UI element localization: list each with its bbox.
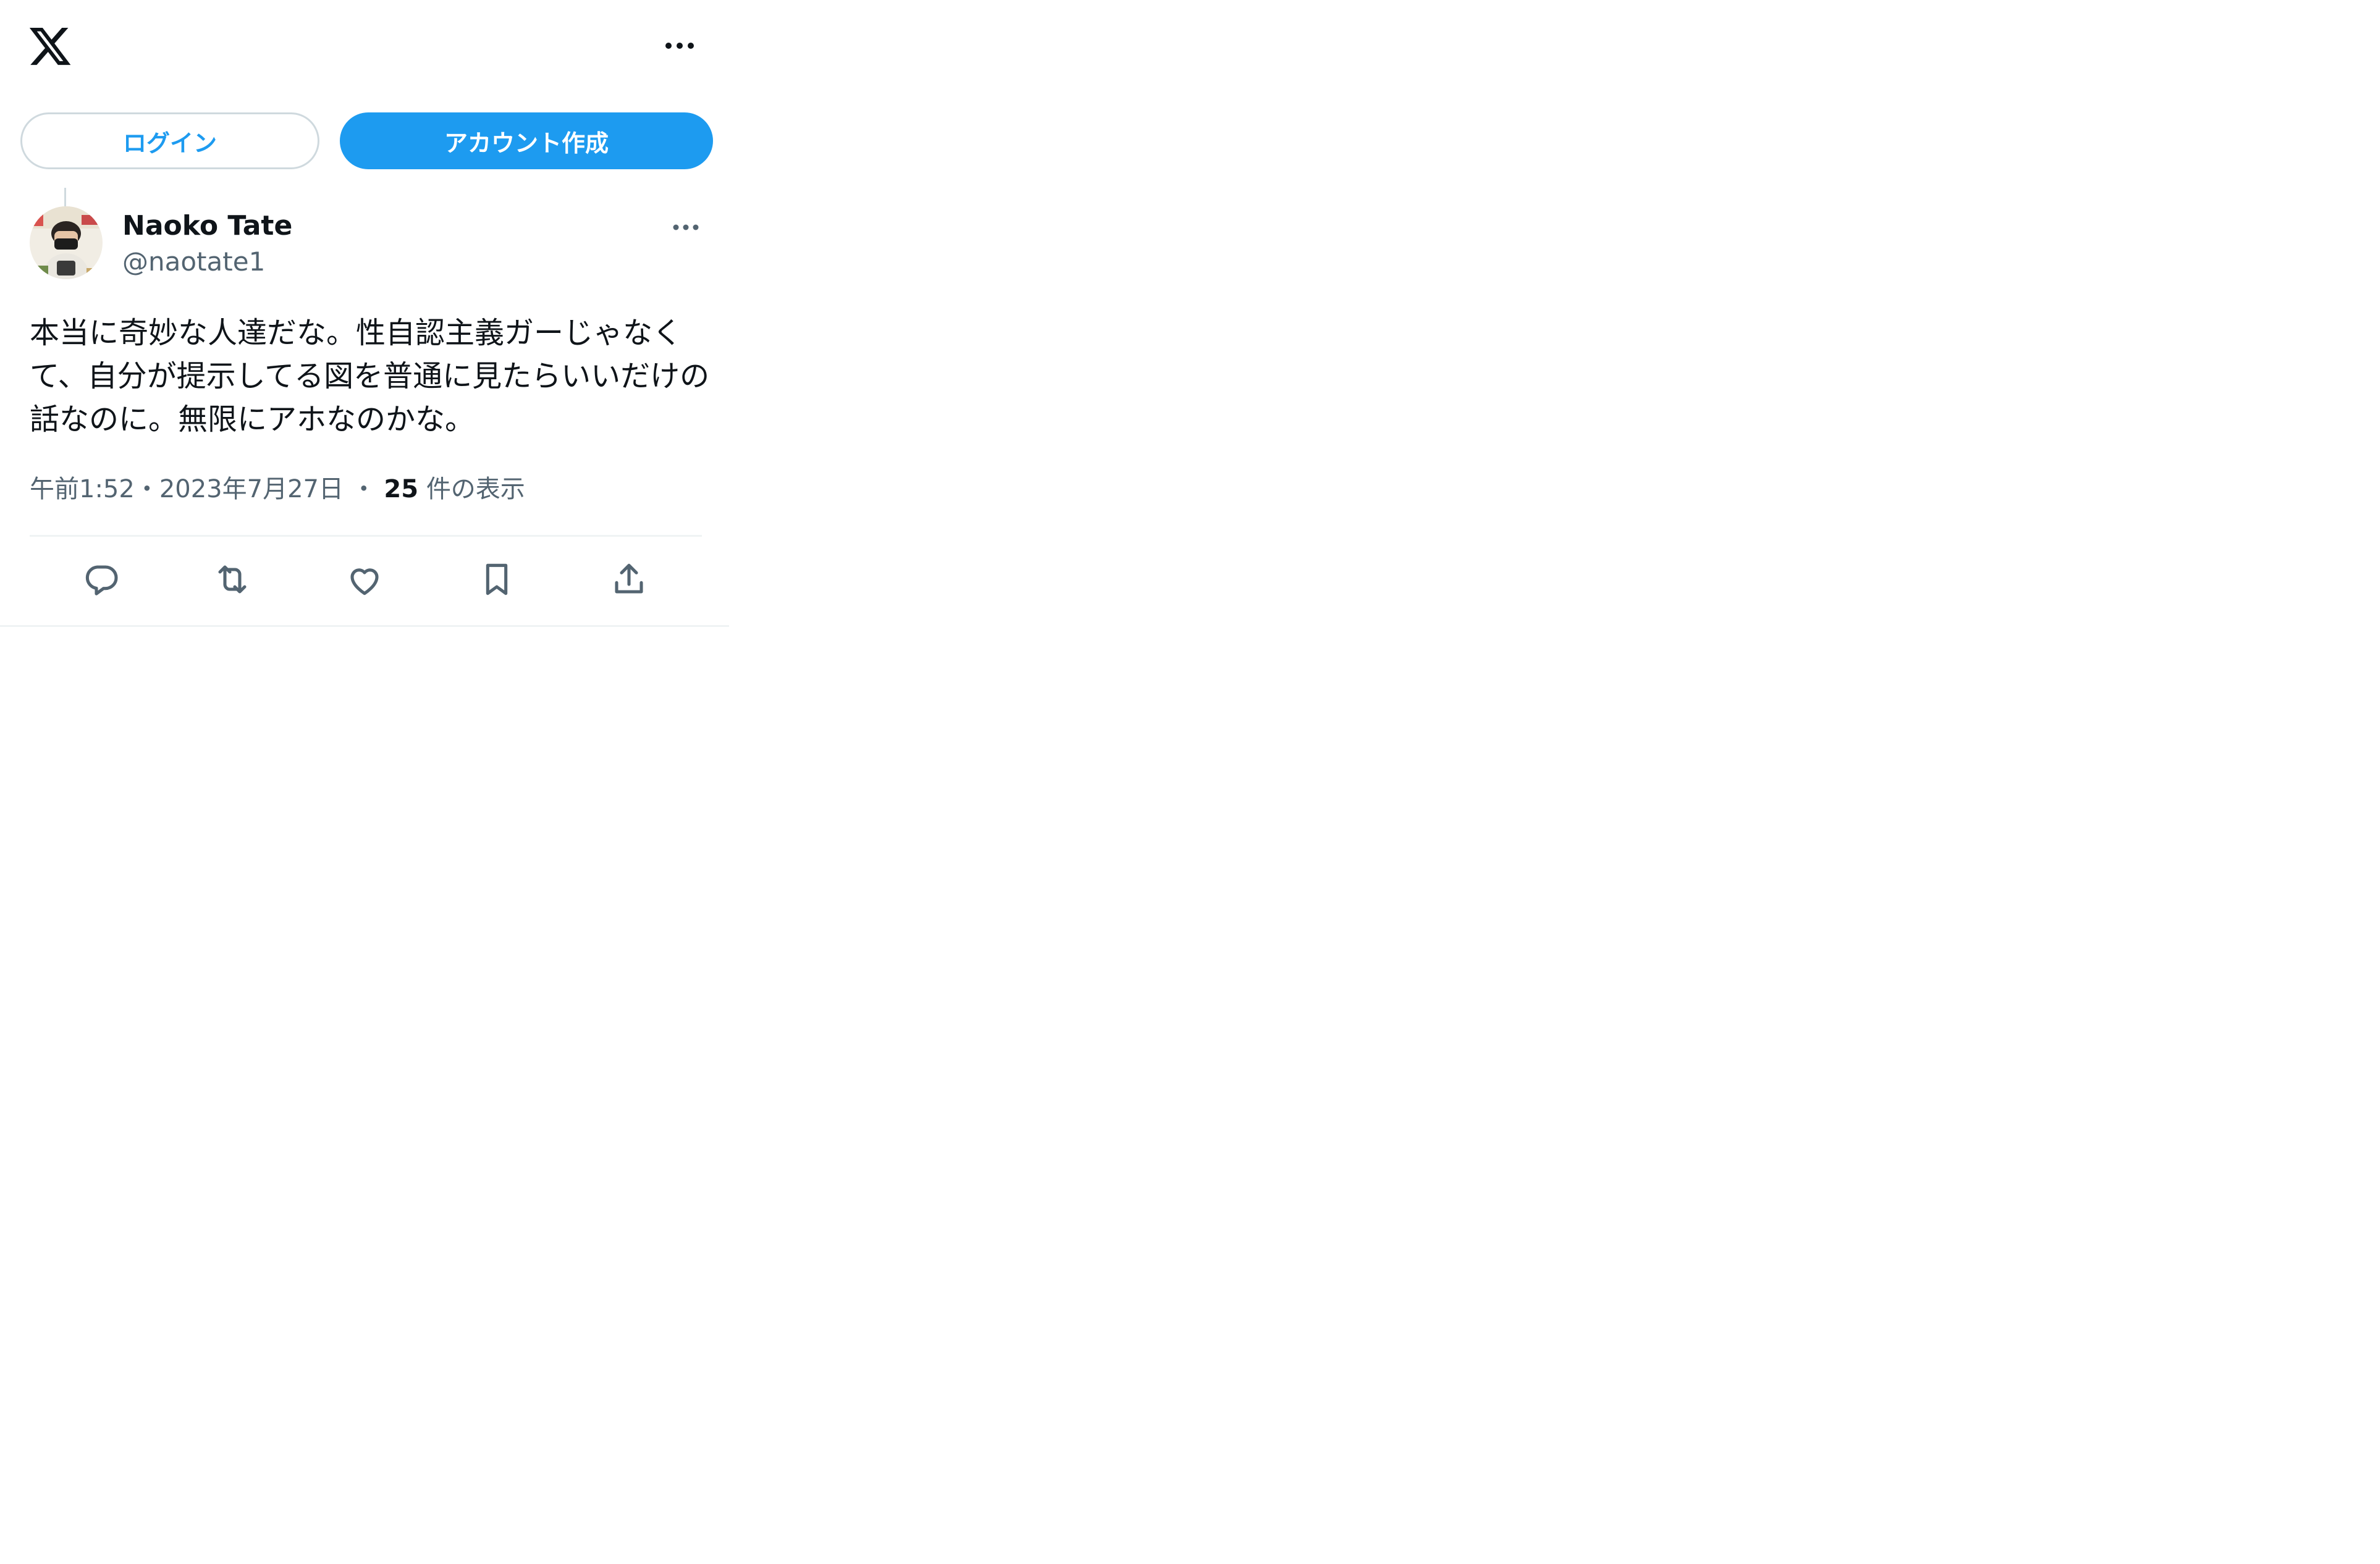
divider (30, 535, 702, 537)
retweet-icon[interactable] (210, 557, 255, 602)
more-horizontal-icon[interactable] (655, 32, 704, 59)
views-spacer (418, 475, 426, 503)
avatar[interactable] (30, 206, 103, 279)
tweet-text: 本当に奇妙な人達だな。性自認主義ガーじゃなくて、自分が提示してる図を普通に見たら… (30, 316, 710, 437)
create-account-button[interactable]: アカウント作成 (340, 112, 713, 169)
tweet-actions (30, 550, 702, 609)
share-icon[interactable] (607, 557, 651, 602)
author-display-name[interactable]: Naoko Tate (122, 209, 292, 243)
x-logo-icon[interactable] (27, 23, 73, 69)
views-label: 件の表示 (426, 475, 525, 503)
login-button[interactable]: ログイン (20, 112, 319, 169)
tweet-meta: 午前1:52・2023年7月27日 ・ 25 件の表示 (30, 471, 525, 508)
meta-separator: ・ (343, 475, 384, 503)
more-horizontal-icon[interactable] (661, 216, 711, 238)
tweet-date[interactable]: 2023年7月27日 (159, 475, 344, 503)
author-handle[interactable]: @naotate1 (122, 246, 265, 278)
tweet-page: ログイン アカウント作成 Naoko Tate @naotate1 本当に奇妙な… (0, 0, 729, 627)
reply-icon[interactable] (79, 557, 124, 602)
bookmark-icon[interactable] (475, 557, 519, 602)
top-bar (0, 0, 729, 99)
like-icon[interactable] (342, 557, 387, 602)
meta-separator: ・ (134, 475, 159, 503)
views-count: 25 (384, 475, 419, 503)
thread-line (64, 188, 66, 206)
tweet-time[interactable]: 午前1:52 (30, 475, 135, 503)
